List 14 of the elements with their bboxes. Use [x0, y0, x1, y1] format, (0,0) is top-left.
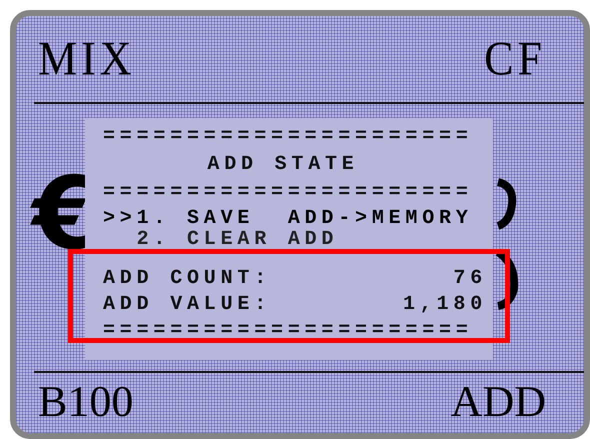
field-value: 76: [453, 266, 487, 292]
rule-line: ======================: [103, 124, 474, 150]
menu-option[interactable]: 2. CLEAR ADD: [103, 232, 493, 248]
mode-label: ADD: [450, 380, 546, 424]
denomination-label: B100: [38, 380, 134, 424]
field-label: ADD VALUE:: [103, 292, 272, 318]
mode-label: MIX: [38, 34, 136, 84]
function-label: CF: [484, 34, 546, 84]
rule-line: ======================: [103, 318, 474, 344]
field-label: ADD COUNT:: [103, 266, 272, 292]
field-value: 1,180: [402, 292, 487, 318]
rule-line: ======================: [103, 180, 474, 206]
dialog-title: ADD STATE: [206, 152, 360, 178]
menu-option[interactable]: >>1. SAVE ADD->MEMORY: [103, 206, 493, 232]
